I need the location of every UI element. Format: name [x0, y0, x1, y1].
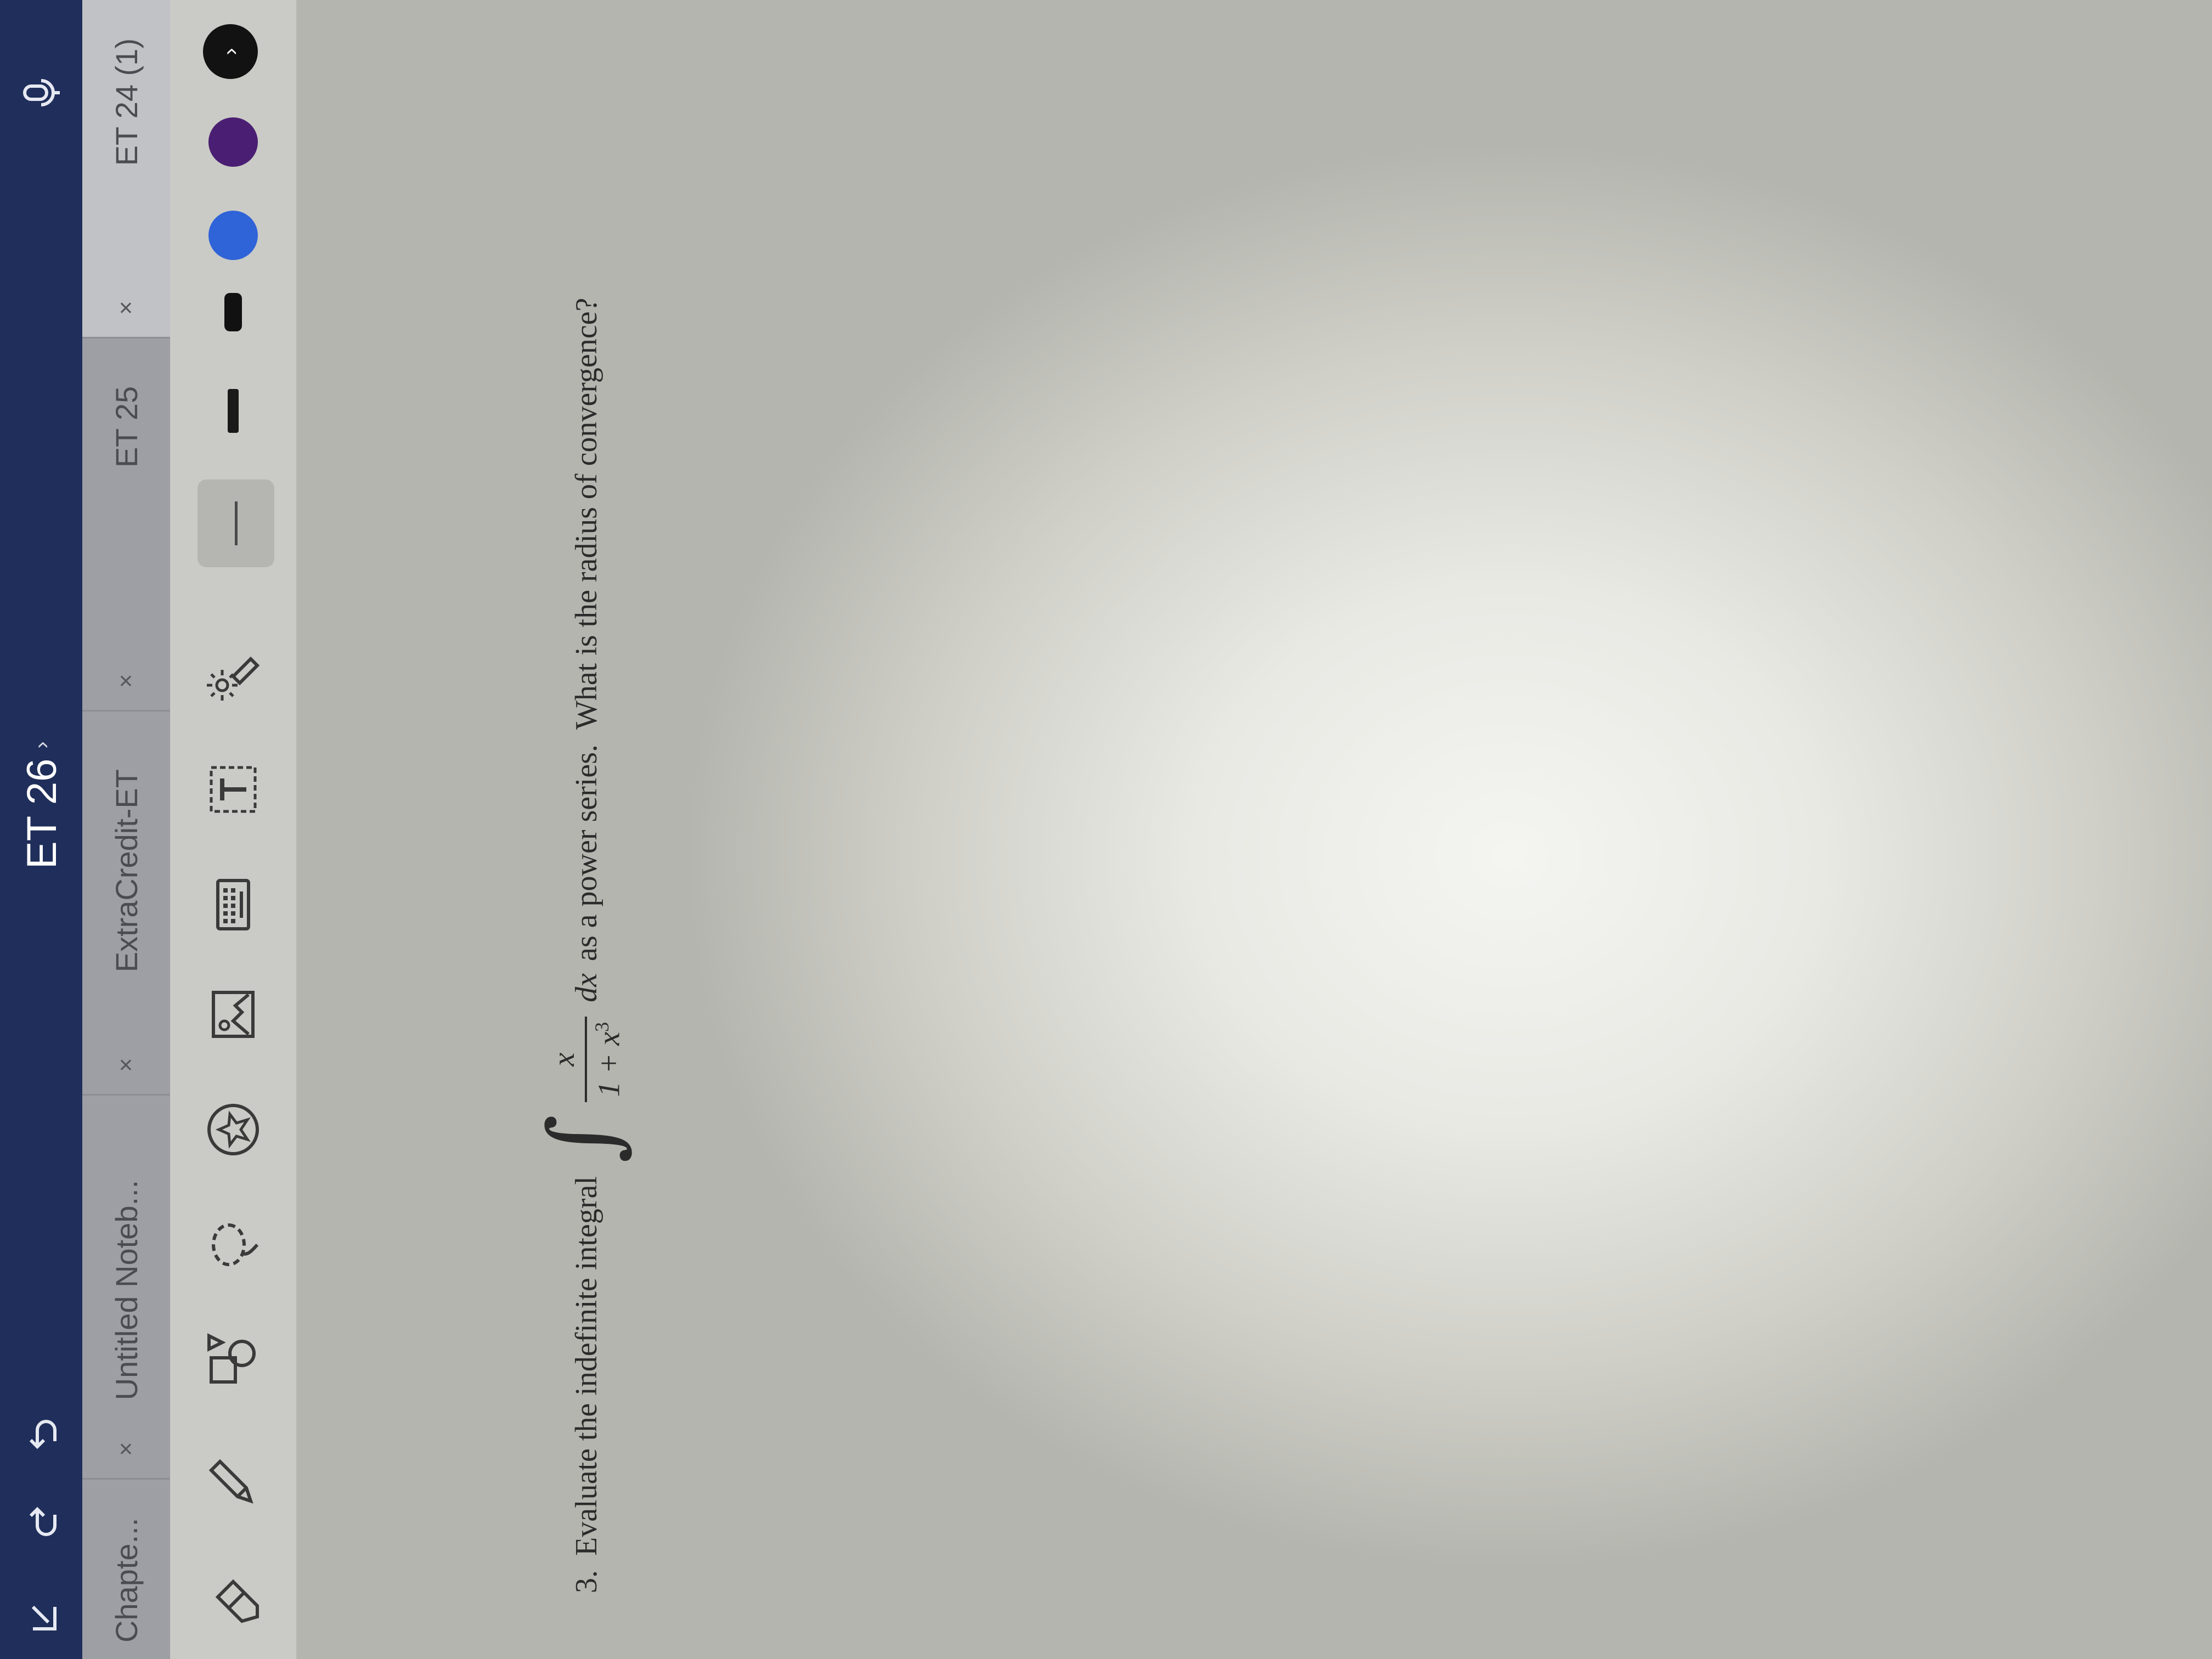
purple-color-swatch[interactable] [208, 117, 258, 167]
close-icon[interactable]: × [112, 301, 140, 315]
laser-pointer-icon[interactable] [192, 633, 274, 715]
close-icon[interactable]: × [112, 674, 140, 688]
tab-bar: Chapte... × Untitled Noteb... × ExtraCre… [82, 0, 170, 1659]
document-title[interactable]: ET 26 › [14, 741, 69, 869]
image-icon[interactable] [192, 973, 274, 1056]
integral-sign: ∫ [529, 1114, 637, 1164]
notes-app: ET 26 › Chapte... × Untitled Noteb... × … [0, 0, 2212, 1659]
tab-label: ET 24 (1) [109, 38, 144, 166]
question-text: 3. Evaluate the indefinite integral ∫ x … [529, 297, 641, 1593]
differential: dx [569, 973, 603, 1002]
sticker-icon[interactable] [192, 1088, 274, 1171]
mic-icon[interactable] [11, 63, 71, 123]
tab-et-25[interactable]: × ET 25 [82, 337, 170, 710]
medium-line-icon[interactable] [192, 370, 274, 452]
numerator: x [546, 1052, 581, 1066]
lasso-icon[interactable] [192, 1204, 274, 1286]
share-icon[interactable] [14, 1588, 74, 1648]
tab-chapter[interactable]: Chapte... [82, 1478, 170, 1659]
tab-et-24-1[interactable]: × ET 24 (1) [82, 0, 170, 337]
eraser-icon[interactable] [192, 1560, 274, 1643]
tab-label: Untitled Noteb... [109, 1180, 144, 1401]
fraction: x 1 + x3 [546, 1016, 627, 1103]
chevron-right-icon: › [218, 48, 242, 55]
tab-extracredit-et[interactable]: × ExtraCredit-ET [82, 710, 170, 1094]
denominator-exponent: 3 [590, 1022, 613, 1032]
thick-line-icon[interactable] [192, 271, 274, 353]
close-icon[interactable]: × [112, 1442, 140, 1456]
drawing-toolbar: › [170, 0, 298, 1659]
redo-icon[interactable] [14, 1489, 74, 1549]
document-title-text: ET 26 [18, 758, 65, 869]
blue-color-swatch[interactable] [208, 211, 258, 260]
screen: ET 26 › Chapte... × Untitled Noteb... × … [0, 0, 2212, 1659]
note-page[interactable]: 3. Evaluate the indefinite integral ∫ x … [296, 0, 2212, 1659]
thin-line-icon[interactable] [198, 479, 274, 567]
chevron-down-icon: › [29, 741, 54, 749]
undo-icon[interactable] [14, 1407, 74, 1467]
shapes-icon[interactable] [192, 1319, 274, 1401]
text-box-icon[interactable] [192, 748, 274, 831]
more-colors-button[interactable]: › [203, 24, 258, 79]
close-icon[interactable]: × [112, 1058, 140, 1072]
title-bar: ET 26 › [0, 0, 82, 1659]
tab-label: ExtraCredit-ET [109, 769, 144, 973]
question-suffix: as a power series. What is the radius of… [569, 297, 603, 961]
question-prefix: Evaluate the indefinite integral [569, 1176, 603, 1556]
tab-untitled-notebook[interactable]: × Untitled Noteb... [82, 1094, 170, 1478]
tab-label: Chapte... [109, 1517, 144, 1643]
pencil-icon[interactable] [192, 1442, 274, 1525]
question-number: 3. [569, 1570, 603, 1593]
keyboard-icon[interactable] [192, 864, 274, 946]
tab-label: ET 25 [109, 386, 144, 468]
denominator: 1 + x3 [584, 1016, 627, 1103]
denominator-base: 1 + x [592, 1031, 627, 1097]
